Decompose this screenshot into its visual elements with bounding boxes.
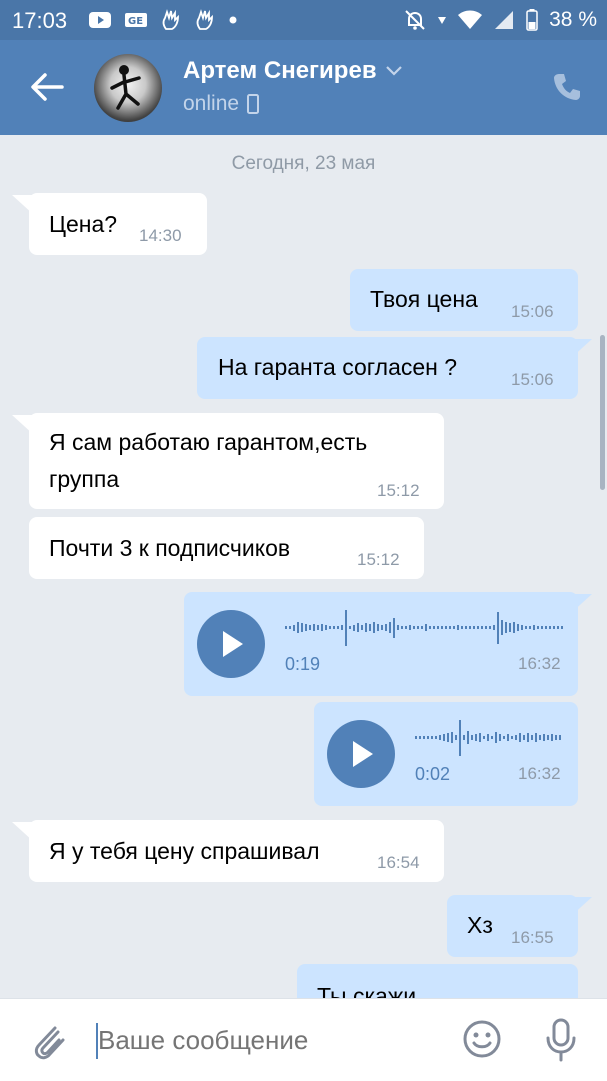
message-incoming[interactable]: Цена? 14:30: [29, 193, 207, 255]
voice-message[interactable]: 0:02 16:32: [314, 702, 578, 806]
message-incoming[interactable]: Я у тебя цену спрашивал 16:54: [29, 820, 444, 882]
play-button[interactable]: [197, 610, 265, 678]
play-button[interactable]: [327, 720, 395, 788]
dot-icon: [229, 16, 237, 24]
voice-message[interactable]: 0:19 16:32: [184, 592, 578, 696]
message-time: 16:55: [511, 928, 554, 947]
message-time: 15:12: [357, 550, 400, 569]
microphone-icon[interactable]: [543, 1017, 579, 1063]
hand-icon-2: [196, 9, 213, 30]
status-bar: 17:03 GE 38 %: [0, 0, 607, 40]
message-incoming[interactable]: Я сам работаю гарантом,есть группа 15:12: [29, 413, 444, 509]
message-incoming[interactable]: Почти 3 к подписчиков 15:12: [29, 517, 424, 579]
message-text-line2: группа: [49, 466, 120, 492]
system-icons: 38 %: [403, 8, 597, 32]
message-list[interactable]: Сегодня, 23 мая Цена? 14:30 Твоя цена 15…: [0, 135, 607, 998]
mute-bell-icon: [405, 10, 425, 30]
paperclip-icon[interactable]: [28, 1020, 68, 1062]
message-outgoing[interactable]: Хз 16:55: [447, 895, 578, 957]
message-text: Цена?: [49, 211, 118, 237]
avatar[interactable]: [94, 54, 162, 122]
emoji-icon[interactable]: [462, 1019, 502, 1059]
waveform[interactable]: [285, 608, 565, 648]
message-text-line1: Я сам работаю гарантом,есть: [49, 429, 368, 455]
message-text: Я у тебя цену спрашивал: [49, 838, 320, 864]
data-arrow-icon: [438, 17, 447, 24]
contact-status: online: [183, 92, 260, 116]
svg-text:GE: GE: [128, 16, 143, 27]
message-text: Хз: [467, 912, 493, 938]
ge-icon: GE: [125, 13, 147, 27]
message-input[interactable]: [98, 1025, 438, 1056]
chevron-down-icon: [385, 66, 402, 76]
message-text: На гаранта согласен ?: [218, 354, 458, 380]
message-time: 16:32: [518, 654, 561, 673]
voice-duration: 0:19: [285, 654, 321, 674]
message-text: Почти 3 к подписчиков: [49, 535, 291, 561]
message-time: 15:06: [511, 370, 554, 389]
date-separator: Сегодня, 23 мая: [231, 153, 376, 174]
message-time: 16:32: [518, 764, 561, 783]
message-text: Твоя цена: [370, 286, 478, 312]
signal-icon: [495, 11, 514, 29]
hand-icon: [162, 9, 179, 30]
notification-icons: GE: [88, 9, 238, 31]
mobile-phone-icon: [247, 94, 260, 114]
message-outgoing[interactable]: На гаранта согласен ? 15:06: [197, 337, 578, 399]
message-outgoing[interactable]: Твоя цена 15:06: [350, 269, 578, 331]
back-arrow-icon[interactable]: [30, 72, 64, 102]
contact-name[interactable]: Артем Снегирев: [183, 57, 403, 85]
message-time: 16:54: [377, 853, 420, 872]
phone-call-icon[interactable]: [551, 71, 583, 103]
battery-level: 38 %: [549, 8, 597, 31]
voice-duration: 0:02: [415, 764, 451, 784]
scrollbar[interactable]: [600, 335, 605, 490]
chat-header: Артем Снегирев online: [0, 40, 607, 135]
youtube-icon: [89, 12, 111, 28]
online-status: online: [183, 92, 240, 115]
message-composer: [0, 998, 607, 1081]
avatar-figure-icon: [110, 65, 141, 110]
wifi-icon: [458, 10, 483, 29]
waveform[interactable]: [415, 718, 563, 758]
message-time: 15:12: [377, 481, 420, 500]
message-time: 14:30: [139, 226, 182, 245]
message-time: 15:06: [511, 302, 554, 321]
contact-name-text: Артем Снегирев: [183, 57, 377, 84]
battery-icon: [526, 9, 538, 31]
status-time: 17:03: [12, 8, 68, 33]
message-text: Ты скажи: [317, 983, 417, 998]
message-outgoing[interactable]: Ты скажи: [297, 964, 578, 998]
